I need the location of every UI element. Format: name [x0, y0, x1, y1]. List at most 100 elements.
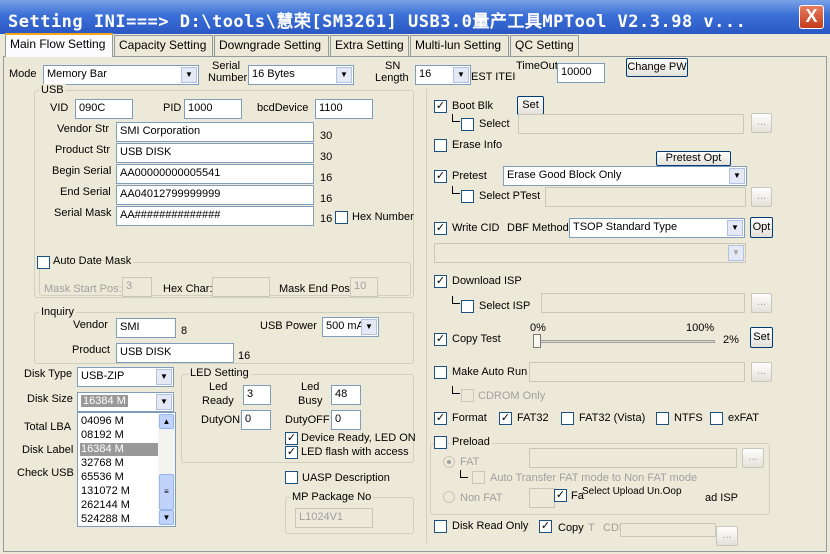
led-ready-input[interactable]: 3: [243, 385, 271, 405]
list-item[interactable]: 08192 M: [80, 429, 158, 442]
inquiry-product-input[interactable]: USB DISK: [116, 343, 234, 363]
close-button[interactable]: X: [799, 5, 824, 29]
begin-serial-input[interactable]: AA00000000005541: [116, 164, 314, 184]
list-scrollbar[interactable]: ▲ ≡ ▼: [158, 414, 175, 525]
usb-power-select[interactable]: 500 mA ▼: [322, 317, 379, 337]
timeout-input[interactable]: 10000: [557, 63, 605, 83]
serial-mask-input[interactable]: AA##############: [116, 206, 314, 226]
format-checkbox[interactable]: ✓: [434, 412, 447, 425]
copy-test-checkbox[interactable]: ✓: [434, 333, 447, 346]
disk-size-select[interactable]: 16384 M ▼: [77, 392, 174, 412]
end-serial-input[interactable]: AA04012799999999: [116, 185, 314, 205]
cid-extra-select[interactable]: ▼: [434, 243, 746, 263]
tab-main-flow-setting[interactable]: Main Flow Setting: [5, 33, 113, 57]
scroll-down-icon[interactable]: ▼: [159, 510, 174, 525]
mask-end-pos-input[interactable]: 10: [350, 277, 378, 297]
scroll-thumb[interactable]: ≡: [159, 474, 174, 510]
mask-start-pos-label: Mask Start Pos:: [44, 283, 122, 295]
fat-browse-button[interactable]: ...: [742, 448, 764, 468]
mp-package-input[interactable]: L1024V1: [295, 508, 373, 528]
copy-test-slider-thumb[interactable]: [533, 334, 541, 348]
change-pw-button[interactable]: Change PW: [626, 58, 688, 77]
overlap-checkbox[interactable]: ✓: [554, 489, 567, 502]
select-isp-label: Select ISP: [479, 300, 531, 312]
mode-select[interactable]: Memory Bar ▼: [43, 65, 199, 85]
pretest-opt-button[interactable]: Pretest Opt: [656, 151, 731, 166]
list-item[interactable]: 32768 M: [80, 457, 158, 470]
bcd-device-input[interactable]: 1100: [315, 99, 373, 119]
list-item-selected[interactable]: 16384 M: [80, 443, 158, 456]
boot-blk-select-checkbox[interactable]: [461, 118, 474, 131]
fat32-checkbox[interactable]: ✓: [499, 412, 512, 425]
fat-radio[interactable]: [443, 456, 455, 468]
uasp-description-checkbox[interactable]: [285, 471, 298, 484]
boot-blk-path-input[interactable]: [518, 114, 744, 134]
disk-type-select[interactable]: USB-ZIP ▼: [77, 367, 174, 387]
pretest-select[interactable]: Erase Good Block Only ▼: [503, 166, 747, 186]
copy-test-set-button[interactable]: Set: [750, 327, 773, 348]
pretest-checkbox[interactable]: ✓: [434, 170, 447, 183]
tab-multi-lun-setting[interactable]: Multi-lun Setting: [410, 35, 509, 56]
mask-start-pos-input[interactable]: 3: [122, 277, 152, 297]
dbf-opt-button[interactable]: Opt: [750, 217, 773, 238]
list-item[interactable]: 65536 M: [80, 471, 158, 484]
auto-run-path-input[interactable]: [529, 362, 745, 382]
copy-checkbox[interactable]: ✓: [539, 520, 552, 533]
sn-length-select[interactable]: 16 ▼: [415, 65, 471, 85]
list-item[interactable]: 262144 M: [80, 499, 158, 512]
select-ptest-path-input[interactable]: [545, 187, 746, 207]
select-isp-browse-button[interactable]: ...: [751, 293, 772, 313]
non-fat-radio[interactable]: [443, 491, 455, 503]
exfat-checkbox[interactable]: [710, 412, 723, 425]
preload-checkbox[interactable]: [434, 436, 447, 449]
tab-qc-setting[interactable]: QC Setting: [510, 35, 579, 56]
dbf-method-select[interactable]: TSOP Standard Type ▼: [569, 218, 745, 238]
boot-blk-set-button[interactable]: Set: [517, 96, 544, 115]
duty-on-input[interactable]: 0: [241, 410, 271, 430]
boot-blk-browse-button[interactable]: ...: [751, 113, 772, 133]
select-isp-path-input[interactable]: [541, 293, 745, 313]
copy-path-input[interactable]: [620, 523, 716, 537]
list-item[interactable]: 524288 M: [80, 513, 158, 526]
product-str-input[interactable]: USB DISK: [116, 143, 314, 163]
hex-number-checkbox[interactable]: [335, 211, 348, 224]
cdrom-only-checkbox[interactable]: [461, 389, 474, 402]
erase-info-checkbox[interactable]: [434, 139, 447, 152]
auto-run-browse-button[interactable]: ...: [751, 362, 772, 382]
serial-number-select[interactable]: 16 Bytes ▼: [248, 65, 354, 85]
duty-off-input[interactable]: 0: [331, 410, 361, 430]
vid-input[interactable]: 090C: [75, 99, 133, 119]
auto-transfer-checkbox[interactable]: [472, 471, 485, 484]
device-ready-led-on-checkbox[interactable]: ✓: [285, 432, 298, 445]
scroll-up-icon[interactable]: ▲: [159, 414, 174, 429]
led-flash-checkbox[interactable]: ✓: [285, 446, 298, 459]
make-auto-run-checkbox[interactable]: [434, 366, 447, 379]
boot-blk-checkbox[interactable]: ✓: [434, 100, 447, 113]
boot-blk-select-label: Select: [479, 118, 510, 130]
fat32-vista-checkbox[interactable]: [561, 412, 574, 425]
list-item[interactable]: 04096 M: [80, 415, 158, 428]
hex-char-input[interactable]: [212, 277, 270, 297]
led-busy-input[interactable]: 48: [331, 385, 361, 405]
list-item[interactable]: 131072 M: [80, 485, 158, 498]
pid-input[interactable]: 1000: [184, 99, 242, 119]
select-ptest-checkbox[interactable]: [461, 190, 474, 203]
auto-date-mask-checkbox[interactable]: [37, 256, 50, 269]
fat-path-input[interactable]: [529, 448, 737, 468]
chevron-down-icon: ▼: [156, 394, 172, 410]
select-isp-checkbox[interactable]: [461, 300, 474, 313]
tab-downgrade-setting[interactable]: Downgrade Setting: [214, 35, 329, 56]
non-fat-path-input[interactable]: [529, 488, 555, 508]
tab-extra-setting[interactable]: Extra Setting: [330, 35, 409, 56]
disk-size-dropdown-list[interactable]: 04096 M 08192 M 16384 M 32768 M 65536 M …: [77, 412, 176, 527]
download-isp-checkbox[interactable]: ✓: [434, 275, 447, 288]
copy-browse-button[interactable]: ...: [716, 526, 738, 546]
tab-capacity-setting[interactable]: Capacity Setting: [114, 35, 213, 56]
disk-read-only-checkbox[interactable]: [434, 520, 447, 533]
copy-test-slider-track[interactable]: [535, 340, 715, 343]
vendor-str-input[interactable]: SMI Corporation: [116, 122, 314, 142]
ntfs-checkbox[interactable]: [656, 412, 669, 425]
write-cid-checkbox[interactable]: ✓: [434, 222, 447, 235]
inquiry-vendor-input[interactable]: SMI: [116, 318, 176, 338]
select-ptest-browse-button[interactable]: ...: [751, 187, 772, 207]
